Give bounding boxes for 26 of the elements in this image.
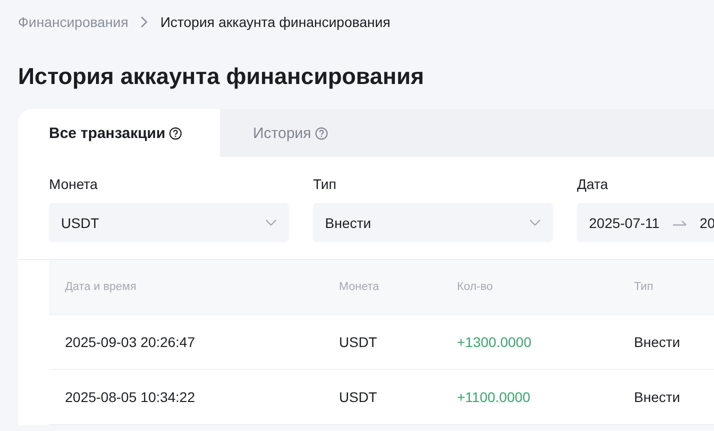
chevron-down-icon bbox=[529, 218, 541, 226]
table-cell-text: +1300.0000 bbox=[457, 334, 532, 350]
breadcrumb-link[interactable]: История аккаунта финансирования bbox=[160, 14, 390, 30]
column-header: Кол-во bbox=[457, 281, 494, 293]
column-header: Монета bbox=[339, 281, 380, 293]
filter-label: Монета bbox=[49, 176, 99, 193]
filter-label: Дата bbox=[577, 176, 610, 193]
select-field[interactable]: Внести bbox=[313, 203, 553, 242]
table-cell-text: USDT bbox=[339, 334, 378, 350]
help-icon bbox=[169, 126, 182, 140]
table-cell: Внести bbox=[634, 334, 680, 350]
column-header: Дата и время bbox=[64, 281, 138, 293]
arrow-right-icon bbox=[672, 220, 687, 226]
table-cell-text: +1100.0000 bbox=[457, 389, 532, 405]
table-cell-text: 2025-09-03 20:26:47 bbox=[64, 334, 196, 350]
page-title: История аккаунта финансирования bbox=[18, 62, 426, 90]
help-icon bbox=[315, 126, 328, 140]
column-header: Тип bbox=[634, 281, 654, 293]
chevron-down-icon bbox=[265, 218, 277, 226]
chevron-right-icon bbox=[140, 16, 148, 28]
table-cell-text: 2025-08-05 10:34:22 bbox=[64, 389, 196, 405]
tab[interactable]: Все транзакции bbox=[18, 109, 220, 157]
table-cell: Внести bbox=[634, 389, 680, 405]
filter-label: Тип bbox=[313, 176, 338, 193]
table-cell-text: USDT bbox=[339, 389, 378, 405]
select-field[interactable]: USDT bbox=[49, 203, 289, 242]
